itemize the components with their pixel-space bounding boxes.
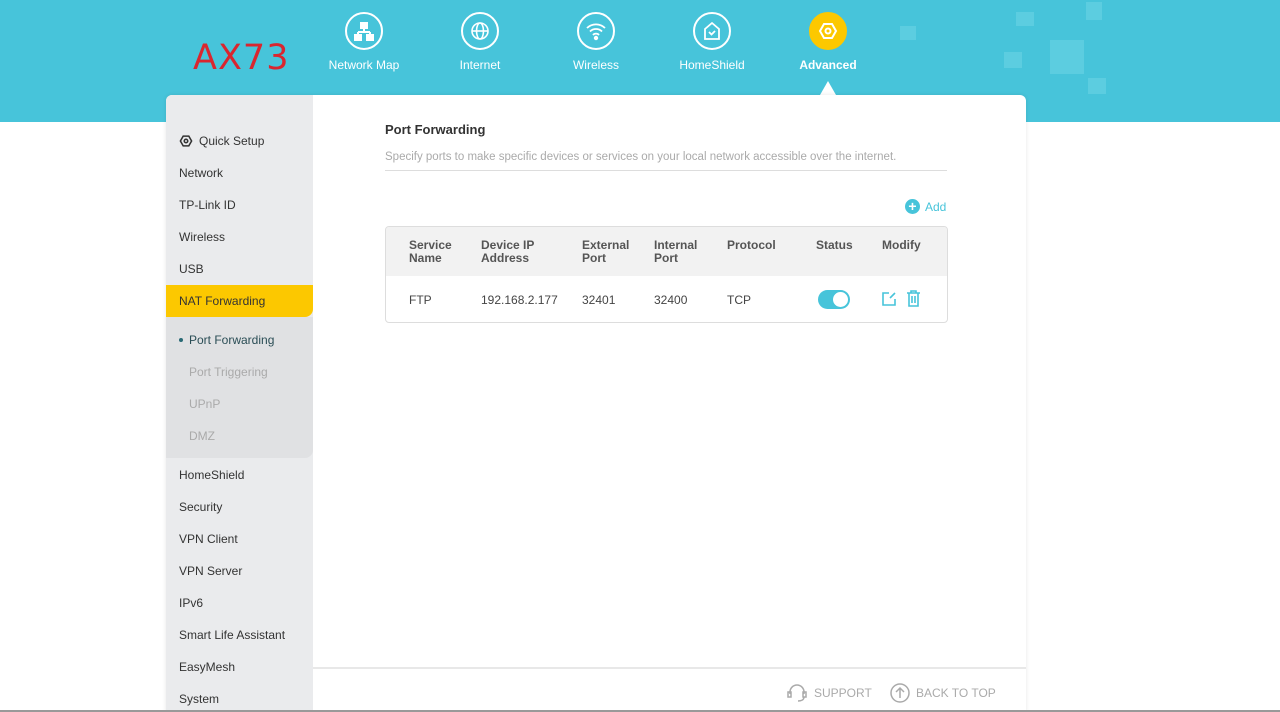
- cell-service: FTP: [409, 293, 432, 307]
- nav-wireless[interactable]: Wireless: [538, 12, 654, 72]
- submenu-port-forwarding[interactable]: Port Forwarding: [179, 333, 275, 347]
- plus-icon: +: [905, 199, 920, 214]
- col-status: Status: [816, 238, 853, 252]
- support-link[interactable]: SUPPORT: [786, 683, 872, 703]
- cell-external-port: 32401: [582, 293, 616, 307]
- footer: SUPPORT BACK TO TOP: [313, 667, 1026, 712]
- col-external-port: External Port: [582, 238, 630, 265]
- sidebar-label: Quick Setup: [199, 134, 265, 148]
- table-row: FTP 192.168.2.177 32401 32400 TCP: [386, 276, 947, 322]
- delete-icon[interactable]: [906, 290, 921, 307]
- nav-label: HomeShield: [679, 58, 745, 72]
- quick-setup-icon: [179, 135, 193, 147]
- nav-label: Advanced: [799, 58, 857, 72]
- nav-label: Internet: [459, 58, 501, 72]
- sidebar-item-ipv6[interactable]: IPv6: [179, 596, 203, 610]
- nav-homeshield[interactable]: HomeShield: [654, 12, 770, 72]
- col-modify: Modify: [882, 238, 921, 252]
- nat-submenu: Port Forwarding Port Triggering UPnP DMZ: [166, 317, 313, 458]
- col-device-ip: Device IP Address: [481, 238, 535, 265]
- submenu-upnp[interactable]: UPnP: [189, 397, 220, 411]
- nav-network-map[interactable]: Network Map: [306, 12, 422, 72]
- wifi-icon: [577, 12, 615, 50]
- sidebar-item-wireless[interactable]: Wireless: [179, 230, 225, 244]
- status-toggle[interactable]: [818, 290, 850, 309]
- sidebar-item-tplink-id[interactable]: TP-Link ID: [179, 198, 236, 212]
- sidebar-item-easymesh[interactable]: EasyMesh: [179, 660, 235, 674]
- nav-internet[interactable]: Internet: [422, 12, 538, 72]
- sidebar-item-quick-setup[interactable]: Quick Setup: [179, 134, 264, 148]
- table-header: Service Name Device IP Address External Por…: [386, 227, 947, 276]
- add-button[interactable]: + Add: [905, 199, 946, 214]
- arrow-up-circle-icon: [890, 683, 910, 703]
- network-map-icon: [345, 12, 383, 50]
- cell-internal-port: 32400: [654, 293, 688, 307]
- edit-icon[interactable]: [881, 291, 897, 307]
- sidebar-label: NAT Forwarding: [179, 294, 266, 308]
- cell-ip: 192.168.2.177: [481, 293, 558, 307]
- nav-advanced[interactable]: Advanced: [770, 12, 886, 72]
- active-indicator: [820, 81, 836, 95]
- globe-icon: [461, 12, 499, 50]
- nav-label: Wireless: [572, 58, 619, 72]
- headset-icon: [787, 684, 807, 702]
- content: Port Forwarding Specify ports to make sp…: [313, 95, 1026, 712]
- homeshield-icon: [693, 12, 731, 50]
- port-forwarding-table: Service Name Device IP Address External Por…: [385, 226, 948, 323]
- sidebar-item-vpn-server[interactable]: VPN Server: [179, 564, 242, 578]
- add-label: Add: [925, 199, 947, 214]
- submenu-dmz[interactable]: DMZ: [189, 429, 215, 443]
- col-internal-port: Internal Port: [654, 238, 698, 265]
- sidebar-label: Port Forwarding: [189, 333, 275, 347]
- logo: AX73: [193, 38, 290, 78]
- gear-icon: [809, 12, 847, 50]
- page-title: Port Forwarding: [385, 122, 486, 137]
- nav-label: Network Map: [328, 58, 400, 72]
- sidebar-item-network[interactable]: Network: [179, 166, 223, 180]
- sidebar-item-nat-forwarding[interactable]: NAT Forwarding: [166, 285, 313, 317]
- sidebar-item-homeshield[interactable]: HomeShield: [179, 468, 244, 482]
- col-service-name: Service Name: [409, 238, 452, 265]
- support-label: SUPPORT: [814, 686, 872, 700]
- back-to-top-link[interactable]: BACK TO TOP: [890, 683, 996, 703]
- sidebar-item-vpn-client[interactable]: VPN Client: [179, 532, 238, 546]
- cell-protocol: TCP: [727, 293, 751, 307]
- main-card: Quick Setup Network TP-Link ID Wireless …: [166, 95, 1026, 712]
- sidebar-item-smart-life[interactable]: Smart Life Assistant: [179, 628, 285, 642]
- col-protocol: Protocol: [727, 238, 776, 252]
- active-dot: [179, 338, 183, 342]
- sidebar-item-security[interactable]: Security: [179, 500, 222, 514]
- submenu-port-triggering[interactable]: Port Triggering: [189, 365, 268, 379]
- sidebar: Quick Setup Network TP-Link ID Wireless …: [166, 95, 313, 712]
- page-description: Specify ports to make specific devices o…: [385, 151, 947, 171]
- sidebar-item-system[interactable]: System: [179, 692, 219, 706]
- back-to-top-label: BACK TO TOP: [916, 686, 996, 700]
- sidebar-item-usb[interactable]: USB: [179, 262, 204, 276]
